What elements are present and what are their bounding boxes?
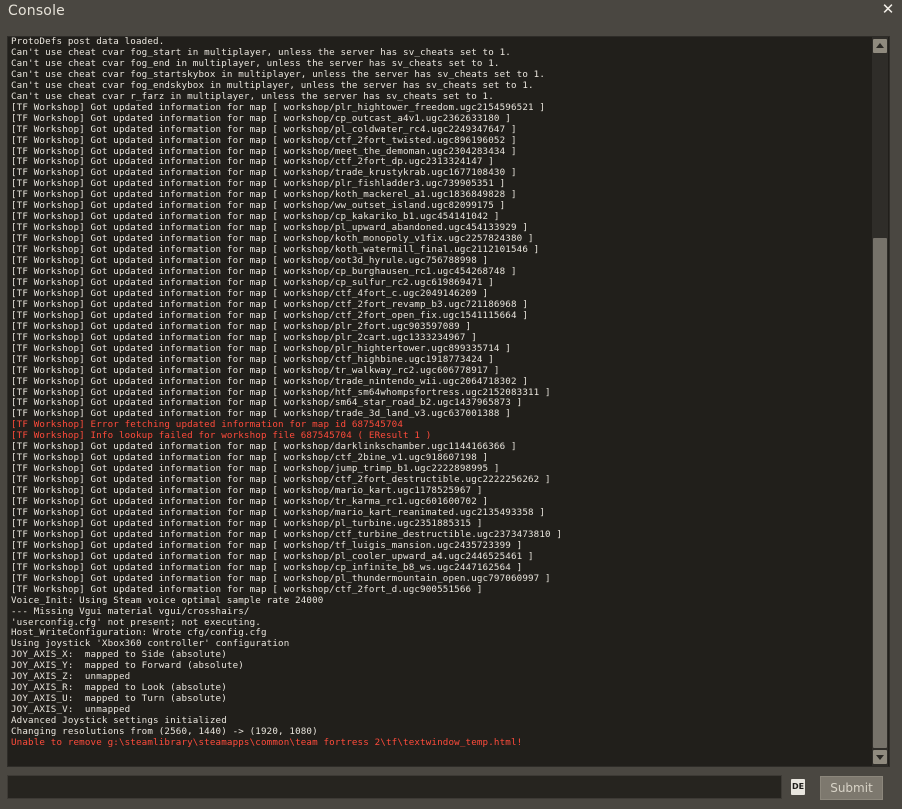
chevron-up-icon[interactable] <box>873 39 887 53</box>
command-row: DE Submit <box>7 775 890 801</box>
console-error-line: Unable to remove g:\steamlibrary\steamap… <box>11 738 523 748</box>
submit-button[interactable]: Submit <box>820 776 883 800</box>
console-line: [TF Workshop] Got updated information fo… <box>11 332 477 343</box>
console-line: [TF Workshop] Got updated information fo… <box>11 573 551 584</box>
console-line: [TF Workshop] Got updated information fo… <box>11 475 551 486</box>
console-line: 'userconfig.cfg' not present; not execut… <box>11 617 261 628</box>
console-line: Changing resolutions from (2560, 1440) -… <box>11 727 318 738</box>
close-icon[interactable]: ✕ <box>880 1 896 17</box>
console-line: --- Missing Vgui material vgui/crosshair… <box>11 606 250 617</box>
console-line: [TF Workshop] Got updated information fo… <box>11 497 489 508</box>
console-line: [TF Workshop] Got updated information fo… <box>11 190 517 201</box>
vertical-scrollbar[interactable] <box>872 37 888 766</box>
console-line: [TF Workshop] Got updated information fo… <box>11 551 534 562</box>
command-input[interactable] <box>7 775 782 799</box>
console-line: [TF Workshop] Got updated information fo… <box>11 464 500 475</box>
console-error-line: [TF Workshop] Info lookup failed for wor… <box>11 431 432 442</box>
console-line: [TF Workshop] Got updated information fo… <box>11 245 540 256</box>
title-bar[interactable]: Console ✕ <box>0 0 902 26</box>
console-line: [TF Workshop] Got updated information fo… <box>11 365 500 376</box>
console-line: [TF Workshop] Got updated information fo… <box>11 376 529 387</box>
console-line: [TF Workshop] Got updated information fo… <box>11 387 551 398</box>
console-line: [TF Workshop] Got updated information fo… <box>11 179 506 190</box>
scrollbar-track[interactable] <box>873 55 887 748</box>
console-line: JOY_AXIS_R: mapped to Look (absolute) <box>11 683 227 694</box>
console-line: JOY_AXIS_X: mapped to Side (absolute) <box>11 650 227 661</box>
console-line: [TF Workshop] Got updated information fo… <box>11 398 523 409</box>
console-line: [TF Workshop] Got updated information fo… <box>11 409 511 420</box>
console-line: [TF Workshop] Got updated information fo… <box>11 529 563 540</box>
console-line: JOY_AXIS_Z: unmapped <box>11 672 131 683</box>
console-line: [TF Workshop] Got updated information fo… <box>11 102 546 113</box>
console-line: Can't use cheat cvar fog_startskybox in … <box>11 69 546 80</box>
console-line: Can't use cheat cvar r_farz in multiplay… <box>11 91 494 102</box>
console-line: [TF Workshop] Got updated information fo… <box>11 168 517 179</box>
console-line: [TF Workshop] Got updated information fo… <box>11 321 472 332</box>
console-window: Console ✕ ProtoDefs post data loaded. Can… <box>0 0 902 809</box>
console-line: [TF Workshop] Got updated information fo… <box>11 201 506 212</box>
window-title: Console <box>8 3 65 19</box>
console-line: [TF Workshop] Got updated information fo… <box>11 299 529 310</box>
console-line: [TF Workshop] Got updated information fo… <box>11 234 534 245</box>
console-line: ProtoDefs post data loaded. <box>11 37 165 47</box>
console-line: [TF Workshop] Got updated information fo… <box>11 267 517 278</box>
console-line: [TF Workshop] Got updated information fo… <box>11 486 483 497</box>
console-log: ProtoDefs post data loaded. Can't use che… <box>11 37 873 749</box>
console-line: [TF Workshop] Got updated information fo… <box>11 343 511 354</box>
console-line: [TF Workshop] Got updated information fo… <box>11 223 529 234</box>
ime-indicator-icon: DE <box>791 779 805 795</box>
console-line: JOY_AXIS_V: unmapped <box>11 705 131 716</box>
console-line: [TF Workshop] Got updated information fo… <box>11 442 517 453</box>
console-error-line: [TF Workshop] Error fetching updated inf… <box>11 420 404 431</box>
console-line: [TF Workshop] Got updated information fo… <box>11 113 511 124</box>
console-line: [TF Workshop] Got updated information fo… <box>11 124 517 135</box>
console-line: Can't use cheat cvar fog_endskybox in mu… <box>11 80 534 91</box>
console-line: [TF Workshop] Got updated information fo… <box>11 518 483 529</box>
console-line: JOY_AXIS_U: mapped to Turn (absolute) <box>11 694 227 705</box>
console-line: [TF Workshop] Got updated information fo… <box>11 256 489 267</box>
console-line: [TF Workshop] Got updated information fo… <box>11 157 494 168</box>
console-line: [TF Workshop] Got updated information fo… <box>11 354 494 365</box>
console-line: [TF Workshop] Got updated information fo… <box>11 453 489 464</box>
console-line: [TF Workshop] Got updated information fo… <box>11 212 500 223</box>
console-output[interactable]: ProtoDefs post data loaded. Can't use che… <box>7 36 890 767</box>
console-line: [TF Workshop] Got updated information fo… <box>11 277 494 288</box>
console-line: Can't use cheat cvar fog_end in multipla… <box>11 58 500 69</box>
console-line: Host_WriteConfiguration: Wrote cfg/confi… <box>11 628 267 639</box>
console-line: Using joystick 'Xbox360 controller' conf… <box>11 639 290 650</box>
chevron-down-icon[interactable] <box>873 750 887 764</box>
console-line: Voice_Init: Using Steam voice optimal sa… <box>11 595 324 606</box>
console-line: JOY_AXIS_Y: mapped to Forward (absolute) <box>11 661 244 672</box>
console-line: [TF Workshop] Got updated information fo… <box>11 288 489 299</box>
scrollbar-thumb[interactable] <box>873 238 887 748</box>
console-line: Can't use cheat cvar fog_start in multip… <box>11 47 511 58</box>
console-line: [TF Workshop] Got updated information fo… <box>11 562 523 573</box>
console-line: [TF Workshop] Got updated information fo… <box>11 584 483 595</box>
console-line: [TF Workshop] Got updated information fo… <box>11 146 517 157</box>
console-line: [TF Workshop] Got updated information fo… <box>11 310 529 321</box>
console-line: [TF Workshop] Got updated information fo… <box>11 507 546 518</box>
console-line: [TF Workshop] Got updated information fo… <box>11 540 523 551</box>
console-line: [TF Workshop] Got updated information fo… <box>11 135 517 146</box>
console-line: Advanced Joystick settings initialized <box>11 716 227 727</box>
